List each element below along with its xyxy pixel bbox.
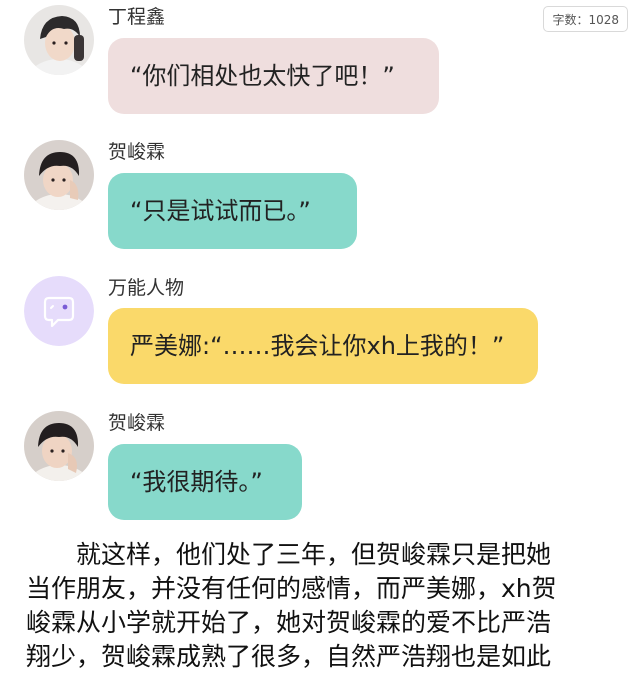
story-paragraph: 就这样，他们处了三年，但贺峻霖只是把她 当作朋友，并没有任何的感情，而严美娜，x… (26, 538, 618, 674)
avatar[interactable] (24, 411, 94, 481)
message-bubble: “你们相处也太快了吧！” (108, 38, 439, 114)
speaker-name: 贺峻霖 (108, 412, 166, 434)
speaker-name: 贺峻霖 (108, 141, 166, 163)
speaker-name: 万能人物 (108, 277, 185, 299)
paragraph-line: 翔少，贺峻霖成熟了很多，自然严浩翔也是如此 (26, 642, 552, 671)
paragraph-line: 峻霖从小学就开始了，她对贺峻霖的爱不比严浩 (26, 608, 552, 637)
avatar[interactable] (24, 276, 94, 346)
paragraph-line: 当作朋友，并没有任何的感情，而严美娜，xh贺 (26, 574, 557, 603)
speaker-name: 丁程鑫 (108, 6, 166, 28)
message-bubble: 严美娜:“……我会让你xh上我的！” (108, 308, 538, 384)
avatar[interactable] (24, 5, 94, 75)
message-bubble: “只是试试而已。” (108, 173, 357, 249)
word-count-badge: 字数：1028 (543, 6, 628, 32)
avatar[interactable] (24, 140, 94, 210)
paragraph-line: 就这样，他们处了三年，但贺峻霖只是把她 (26, 540, 552, 569)
message-bubble: “我很期待。” (108, 444, 302, 520)
